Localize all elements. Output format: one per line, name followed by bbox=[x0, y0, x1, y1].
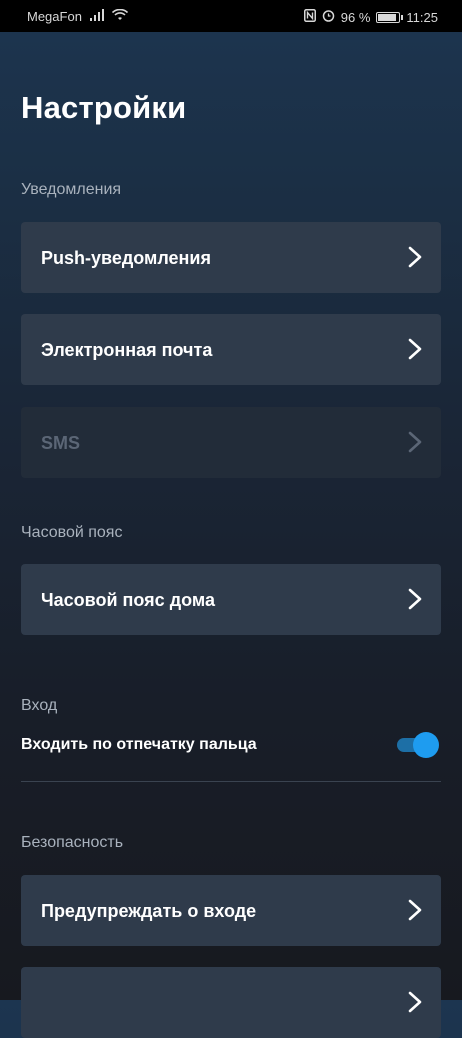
battery-percent: 96 % bbox=[340, 9, 371, 25]
status-bar: MegaFon 96 % 11:25 bbox=[0, 0, 462, 32]
status-bar-left: MegaFon bbox=[27, 8, 128, 24]
chevron-right-icon bbox=[408, 246, 422, 268]
toggle-knob bbox=[413, 732, 439, 758]
section-label-notifications: Уведомления bbox=[21, 181, 122, 198]
chevron-right-icon bbox=[408, 431, 422, 453]
fingerprint-login-row: Входить по отпечатку пальца bbox=[21, 732, 441, 758]
alarm-icon bbox=[322, 9, 335, 25]
section-label-login: Вход bbox=[21, 697, 58, 714]
home-timezone-item[interactable]: Часовой пояс дома bbox=[21, 564, 441, 635]
battery-icon bbox=[376, 11, 404, 23]
status-bar-right: 96 % 11:25 bbox=[303, 9, 438, 25]
carrier-name: MegaFon bbox=[27, 9, 82, 24]
section-label-security: Безопасность bbox=[21, 834, 124, 851]
login-alert-item[interactable]: Предупреждать о входе bbox=[21, 875, 441, 946]
next-security-item[interactable] bbox=[21, 967, 441, 1038]
battery-level-fill bbox=[378, 13, 397, 21]
email-notifications-label: Электронная почта bbox=[41, 340, 213, 360]
push-notifications-label: Push-уведомления bbox=[41, 248, 211, 268]
sms-notifications-label: SMS bbox=[41, 433, 81, 453]
chevron-right-icon bbox=[408, 991, 422, 1013]
push-notifications-item[interactable]: Push-уведомления bbox=[21, 222, 441, 293]
nfc-icon bbox=[303, 9, 316, 25]
signal-icon bbox=[89, 9, 104, 24]
section-label-timezone: Часовой пояс bbox=[21, 524, 123, 541]
chevron-right-icon bbox=[408, 899, 422, 921]
page-title: Настройки bbox=[21, 90, 187, 125]
sms-notifications-item: SMS bbox=[21, 407, 441, 478]
fingerprint-login-toggle[interactable] bbox=[397, 732, 439, 758]
login-alert-label: Предупреждать о входе bbox=[41, 901, 257, 921]
chevron-right-icon bbox=[408, 588, 422, 610]
divider bbox=[21, 781, 441, 782]
email-notifications-item[interactable]: Электронная почта bbox=[21, 314, 441, 385]
clock: 11:25 bbox=[406, 9, 438, 25]
fingerprint-login-label: Входить по отпечатку пальца bbox=[21, 736, 257, 753]
wifi-icon bbox=[111, 8, 128, 24]
home-timezone-label: Часовой пояс дома bbox=[41, 590, 215, 610]
chevron-right-icon bbox=[408, 338, 422, 360]
